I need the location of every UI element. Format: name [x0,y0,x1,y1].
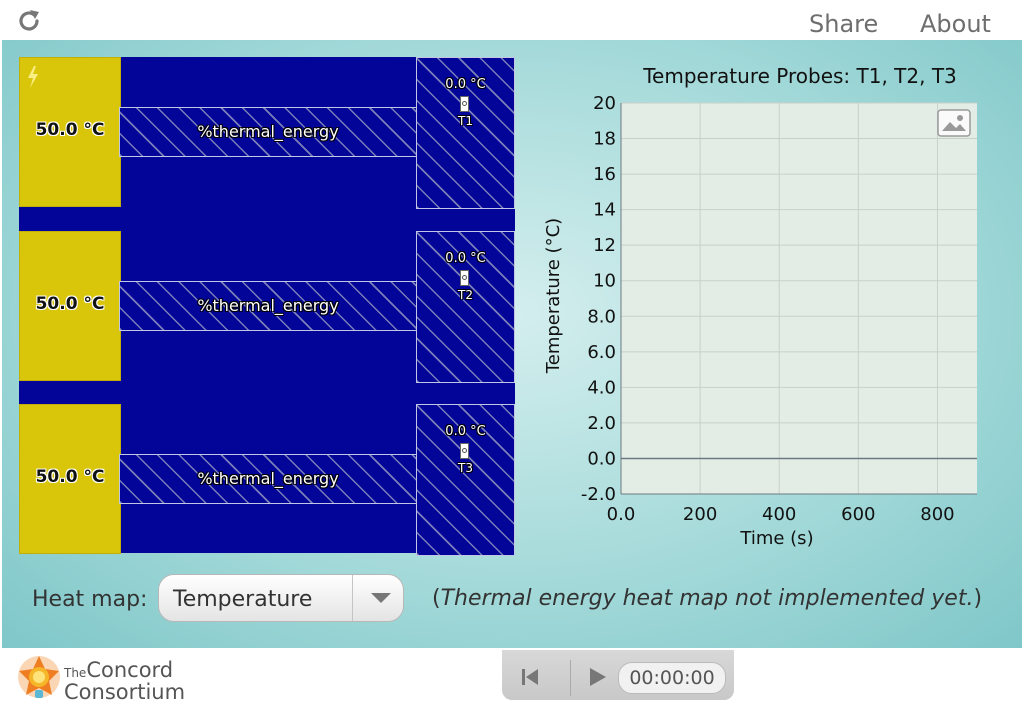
play-icon[interactable] [584,664,610,690]
x-tick-label: 800 [920,504,954,525]
concord-logo-text: TheConcord Consortium [64,658,186,704]
heatmap-selected-value: Temperature [173,587,313,612]
x-tick-label: 600 [841,504,875,525]
y-tick-label: 4.0 [587,377,616,398]
y-tick-label: 14 [593,200,616,221]
snapshot-image-icon[interactable] [937,109,971,137]
y-tick-label: 6.0 [587,342,616,363]
x-axis-label: Time (s) [739,528,813,549]
y-tick-label: 8.0 [587,306,616,327]
y-tick-label: 12 [593,235,616,256]
logo-text-the: The [64,666,87,680]
y-tick-label: -2.0 [581,484,616,505]
concord-logo-icon[interactable] [16,654,62,702]
y-tick-label: 2.0 [587,413,616,434]
y-tick-label: 0.0 [587,448,616,469]
y-tick-label: 18 [593,129,616,150]
player-divider [570,660,571,696]
y-tick-label: 10 [593,271,616,292]
logo-text-concord: Concord [86,658,174,682]
heatmap-select[interactable]: Temperature [158,574,404,622]
y-axis-label: Temperature (°C) [543,218,564,374]
heatmap-note-text: Thermal energy heat map not implemented … [440,586,974,611]
y-tick-label: 20 [593,93,616,114]
y-tick-label: 16 [593,164,616,185]
x-tick-label: 200 [683,504,717,525]
reset-icon[interactable] [516,664,542,690]
chevron-down-icon[interactable] [371,593,391,603]
heatmap-note: (Thermal energy heat map not implemented… [432,586,983,611]
x-tick-label: 400 [762,504,796,525]
select-divider [352,575,353,621]
time-display: 00:00:00 [618,662,726,694]
heatmap-label: Heat map: [32,587,148,612]
x-tick-label: 0.0 [607,504,636,525]
playback-controls: 00:00:00 [502,650,734,700]
plot-area[interactable] [621,103,977,494]
logo-text-consortium: Consortium [64,680,186,704]
